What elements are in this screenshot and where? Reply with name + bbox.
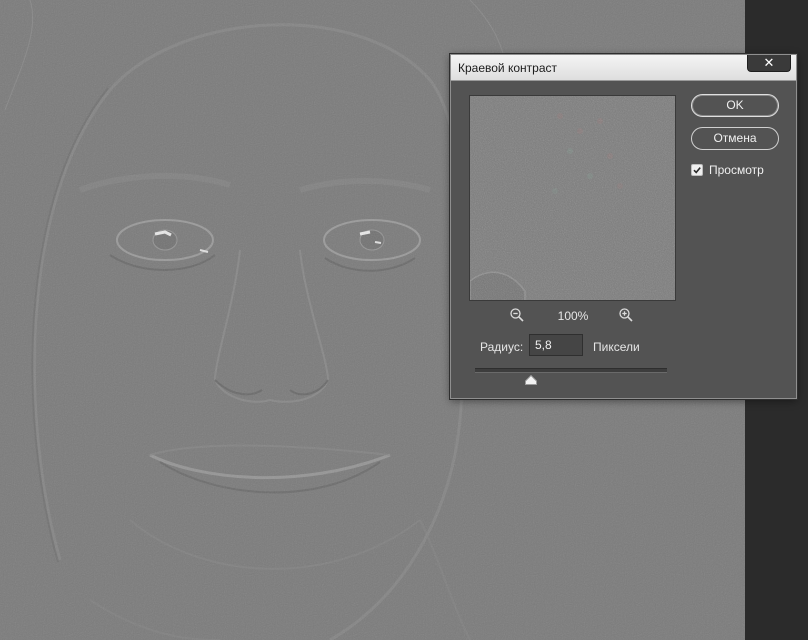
slider-thumb[interactable] <box>524 372 537 385</box>
check-icon <box>693 167 701 174</box>
dialog-titlebar[interactable]: Краевой контраст ✕ <box>451 55 796 81</box>
zoom-level: 100% <box>557 309 589 323</box>
radius-units: Пиксели <box>593 340 640 354</box>
preview-thumbnail[interactable] <box>469 95 676 301</box>
preview-image <box>470 96 675 300</box>
preview-checkbox-row[interactable]: Просмотр <box>691 163 764 177</box>
high-pass-dialog: Краевой контраст ✕ 100% Радиус: 5,8 Пикс… <box>450 54 797 399</box>
cancel-button[interactable]: Отмена <box>691 127 779 150</box>
close-button[interactable]: ✕ <box>747 55 791 72</box>
ok-button[interactable]: OK <box>691 94 779 117</box>
radius-input[interactable] <box>529 334 583 356</box>
preview-label: Просмотр <box>709 163 764 177</box>
preview-checkbox[interactable] <box>691 164 703 176</box>
zoom-in-icon[interactable] <box>618 307 634 323</box>
zoom-out-icon[interactable] <box>509 307 525 323</box>
radius-label: Радиус: <box>480 340 524 354</box>
dialog-title: Краевой контраст <box>458 61 557 75</box>
zoom-controls: 100% <box>469 307 676 323</box>
radius-slider[interactable] <box>475 368 667 373</box>
close-icon: ✕ <box>763 55 775 70</box>
